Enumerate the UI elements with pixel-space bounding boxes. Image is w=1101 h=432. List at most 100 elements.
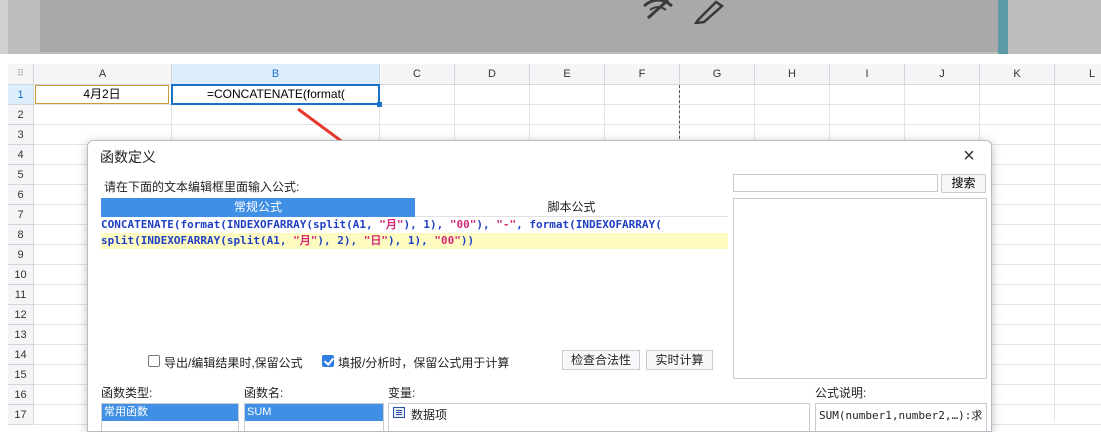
grid-column-line xyxy=(1054,85,1055,421)
description-label: 公式说明: xyxy=(815,386,867,400)
formula-token: ( xyxy=(220,234,227,247)
row-header-15[interactable]: 15 xyxy=(8,365,34,385)
search-button[interactable]: 搜索 xyxy=(941,174,986,193)
func-type-label: 函数类型: xyxy=(101,386,153,400)
formula-token: split xyxy=(101,234,135,247)
column-header-l[interactable]: L xyxy=(1055,64,1101,85)
func-type-list[interactable]: 常用函数 xyxy=(101,403,239,431)
column-header-j[interactable]: J xyxy=(905,64,980,85)
formula-token: ( xyxy=(134,234,141,247)
row-header-16[interactable]: 16 xyxy=(8,385,34,405)
preview-pane xyxy=(40,0,998,52)
formula-token: "月" xyxy=(379,218,404,231)
column-header-k[interactable]: K xyxy=(980,64,1055,85)
formula-token: INDEXOFARRAY xyxy=(226,218,307,231)
edit-pencil-icon[interactable] xyxy=(690,0,726,24)
formula-line-1: CONCATENATE(format(INDEXOFARRAY(split(A1… xyxy=(101,217,728,233)
preview-area xyxy=(0,0,1101,54)
description-text: SUM(number1,number2,…):求 xyxy=(819,409,983,422)
cell-b1[interactable]: =CONCATENATE(format( xyxy=(171,84,382,107)
cell-b1-text: =CONCATENATE(format( xyxy=(207,87,345,101)
row-header-11[interactable]: 11 xyxy=(8,285,34,305)
formula-token: format xyxy=(529,218,570,231)
grid-row-line xyxy=(34,124,1101,125)
search-results-pane[interactable] xyxy=(733,198,987,379)
hide-eye-icon[interactable] xyxy=(640,0,676,24)
tab-normal-formula[interactable]: 常规公式 xyxy=(101,198,415,217)
formula-token: (A1, xyxy=(346,218,380,231)
formula-token: (A1, xyxy=(259,234,294,247)
row-header-14[interactable]: 14 xyxy=(8,345,34,365)
formula-token: "-" xyxy=(496,218,517,231)
func-name-list[interactable]: SUM xyxy=(244,403,384,431)
formula-prompt-label: 请在下面的文本编辑框里面输入公式: xyxy=(104,180,300,194)
func-type-item-selected[interactable]: 常用函数 xyxy=(102,404,238,421)
formula-token: ), 1), xyxy=(387,234,435,247)
function-definition-dialog[interactable]: 函数定义 × 请在下面的文本编辑框里面输入公式: 常规公式 脚本公式 CONCA… xyxy=(87,140,992,432)
row-header-13[interactable]: 13 xyxy=(8,325,34,345)
close-icon[interactable]: × xyxy=(958,145,980,167)
formula-token: "00" xyxy=(434,234,461,247)
row-header-10[interactable]: 10 xyxy=(8,265,34,285)
row-header-3[interactable]: 3 xyxy=(8,125,34,145)
formula-token: ( xyxy=(306,218,313,231)
formula-token: format xyxy=(180,218,221,231)
formula-line-2: split(INDEXOFARRAY(split(A1, "月"), 2), "… xyxy=(101,233,728,249)
func-name-label: 函数名: xyxy=(244,386,284,400)
formula-token: , xyxy=(516,218,530,231)
column-header-e[interactable]: E xyxy=(530,64,605,85)
formula-token: INDEXOFARRAY xyxy=(140,234,221,247)
row-header-7[interactable]: 7 xyxy=(8,205,34,225)
preview-left-edge xyxy=(0,0,8,54)
row-header-9[interactable]: 9 xyxy=(8,245,34,265)
formula-token: ), xyxy=(476,218,497,231)
row-header-17[interactable]: 17 xyxy=(8,405,34,425)
formula-token: CONCATENATE xyxy=(101,218,174,231)
export-keep-formula-checkbox[interactable] xyxy=(148,355,160,367)
column-header-i[interactable]: I xyxy=(830,64,905,85)
cell-a1[interactable]: 4月2日 xyxy=(35,85,169,104)
formula-token: ( xyxy=(655,218,662,231)
formula-token: ), 2), xyxy=(317,234,364,247)
formula-token: "日" xyxy=(363,234,388,247)
formula-editor[interactable]: CONCATENATE(format(INDEXOFARRAY(split(A1… xyxy=(101,217,728,341)
search-input[interactable] xyxy=(733,174,938,192)
formula-token: split xyxy=(226,234,260,247)
row-header-2[interactable]: 2 xyxy=(8,105,34,125)
formula-token: )) xyxy=(460,234,475,247)
row-header-12[interactable]: 12 xyxy=(8,305,34,325)
formula-token: ), 1), xyxy=(403,218,450,231)
column-header-f[interactable]: F xyxy=(605,64,680,85)
formula-token: ( xyxy=(220,218,227,231)
column-header-h[interactable]: H xyxy=(755,64,830,85)
row-header-1[interactable]: 1 xyxy=(8,85,34,105)
formula-token: INDEXOFARRAY xyxy=(575,218,656,231)
formula-token: split xyxy=(312,218,347,231)
row-header-4[interactable]: 4 xyxy=(8,145,34,165)
formula-token: ( xyxy=(569,218,576,231)
formula-token: "00" xyxy=(449,218,477,231)
tab-script-formula[interactable]: 脚本公式 xyxy=(415,198,728,217)
realtime-calc-button[interactable]: 实时计算 xyxy=(646,350,713,370)
column-header-d[interactable]: D xyxy=(455,64,530,85)
column-header-g[interactable]: G xyxy=(680,64,755,85)
preview-scroll-strip[interactable] xyxy=(998,0,1008,54)
description-box: SUM(number1,number2,…):求 xyxy=(815,403,987,431)
column-header-b[interactable]: B xyxy=(172,64,380,85)
variable-item-data[interactable]: 数据项 xyxy=(411,406,447,423)
fill-keep-formula-checkbox[interactable] xyxy=(322,355,334,367)
row-header-8[interactable]: 8 xyxy=(8,225,34,245)
export-keep-formula-label: 导出/编辑结果时,保留公式 xyxy=(164,356,303,370)
check-validity-button[interactable]: 检查合法性 xyxy=(562,350,640,370)
row-header-5[interactable]: 5 xyxy=(8,165,34,185)
variable-tree[interactable]: 数据项 xyxy=(388,403,810,431)
select-all-corner[interactable]: ⠿ xyxy=(8,64,34,85)
data-item-icon xyxy=(393,407,405,418)
variable-label: 变量: xyxy=(388,386,416,400)
column-header-c[interactable]: C xyxy=(380,64,455,85)
formula-token: "月" xyxy=(293,234,318,247)
column-header-a[interactable]: A xyxy=(34,64,172,85)
fill-keep-formula-label: 填报/分析时，保留公式用于计算 xyxy=(338,356,510,370)
func-name-item-selected[interactable]: SUM xyxy=(245,404,383,421)
row-header-6[interactable]: 6 xyxy=(8,185,34,205)
